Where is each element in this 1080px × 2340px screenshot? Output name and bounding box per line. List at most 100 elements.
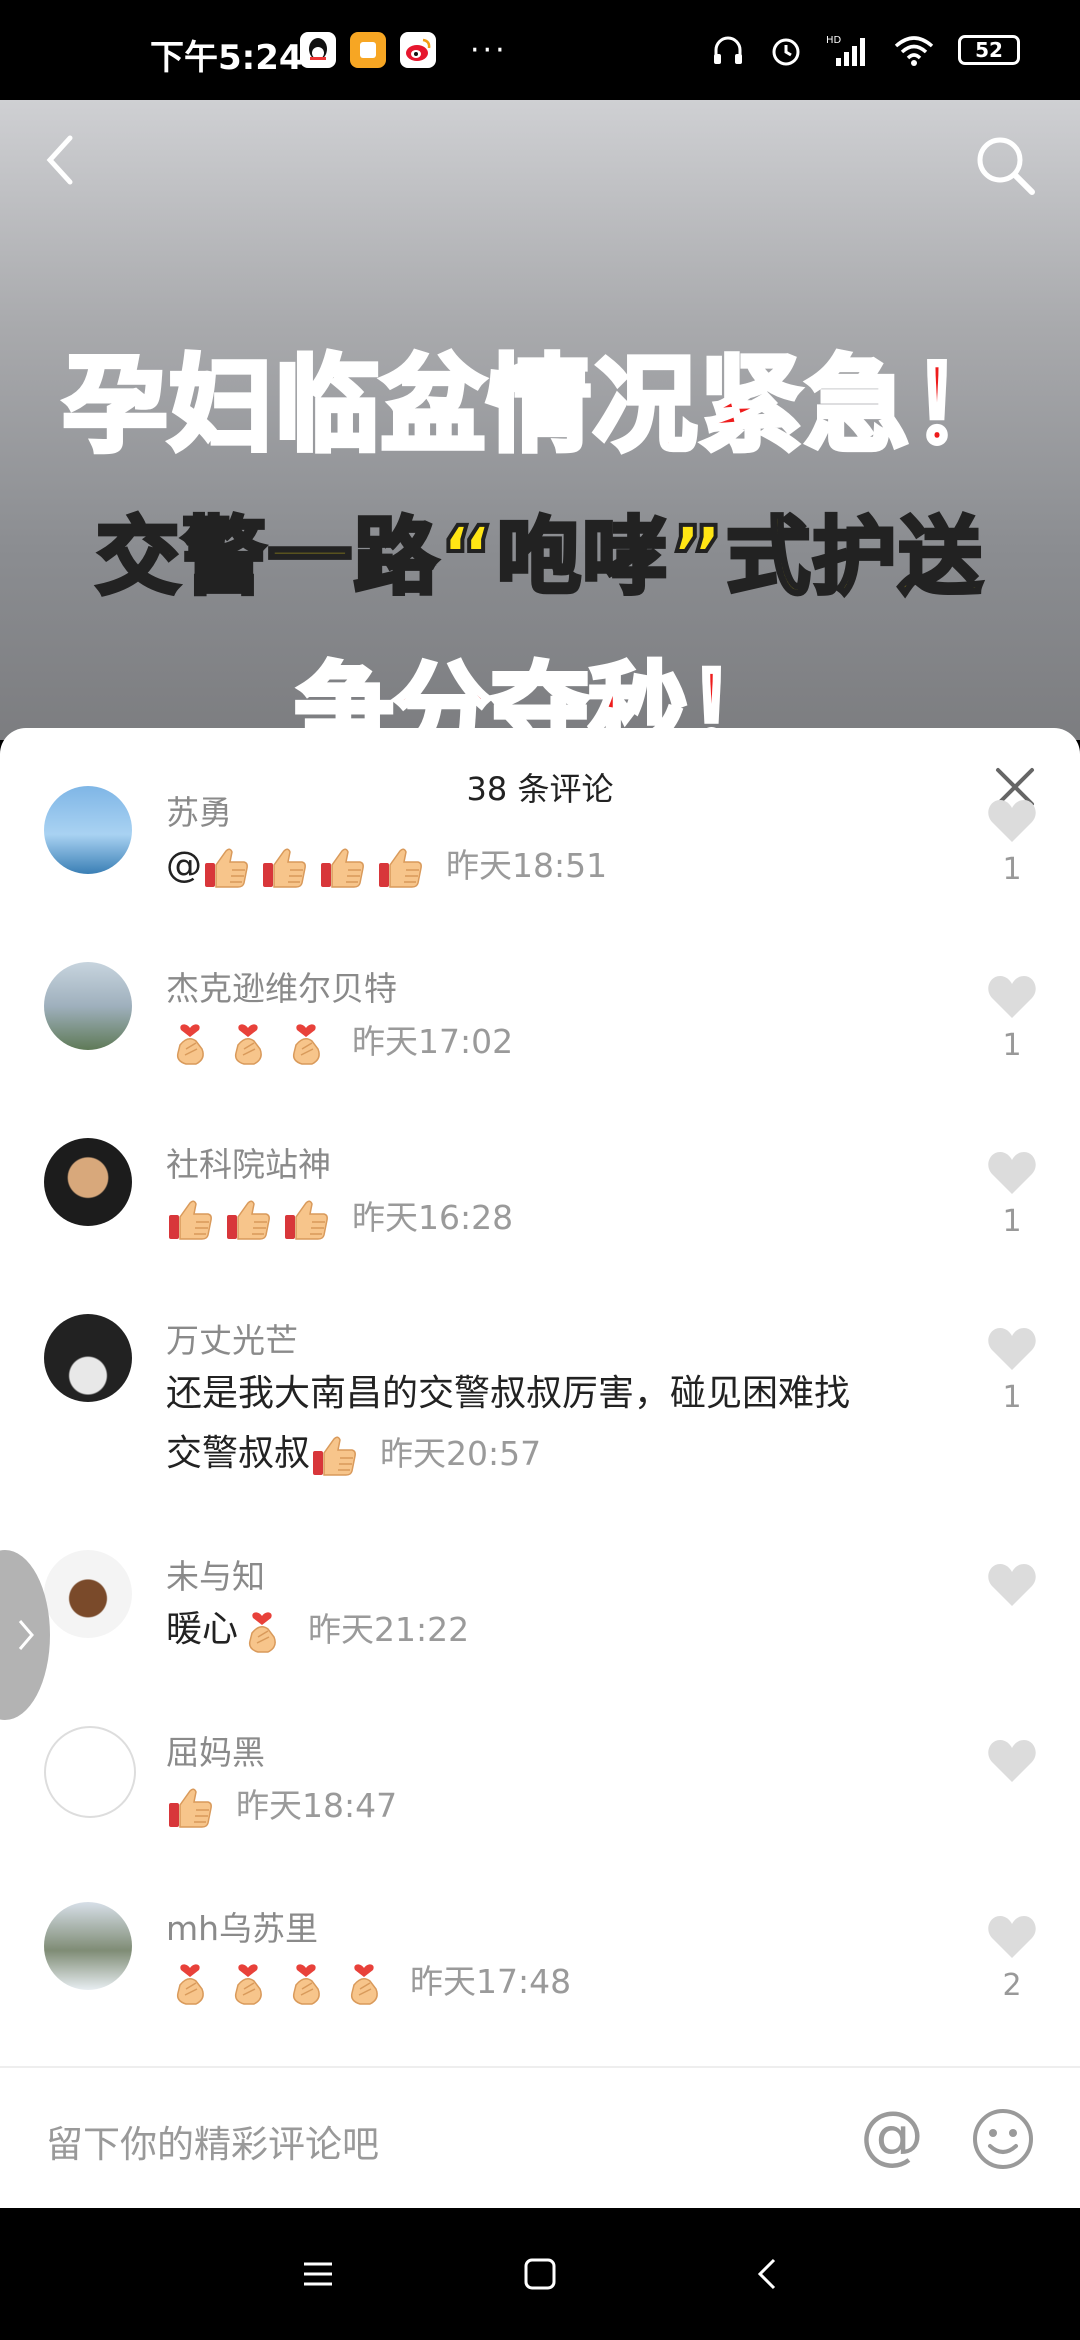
thumbs-up-emoji-icon <box>318 843 366 891</box>
comment-author[interactable]: 未与知 <box>166 1550 265 1598</box>
like-button[interactable]: 2 <box>984 1914 1040 2003</box>
avatar[interactable] <box>44 1314 132 1402</box>
qq-icon <box>300 32 336 68</box>
thumbs-up-emoji-icon <box>166 1195 214 1243</box>
finger-heart-emoji-icon <box>282 1019 330 1067</box>
finger-heart-emoji-icon <box>340 1959 388 2007</box>
heart-icon <box>988 1916 1036 1958</box>
notes-app-icon <box>350 32 386 68</box>
status-app-icons: ··· <box>300 32 508 68</box>
svg-text:HD: HD <box>826 35 842 46</box>
avatar[interactable] <box>44 1138 132 1226</box>
heart-icon <box>988 800 1036 842</box>
comment-time: 昨天20:57 <box>380 1434 542 1473</box>
comment-author[interactable]: 苏勇 <box>166 786 232 834</box>
search-icon <box>977 137 1035 195</box>
like-button[interactable]: 1 <box>984 1326 1040 1415</box>
status-time: 下午5:24 <box>150 38 303 78</box>
headphone-icon <box>714 36 742 64</box>
comment-author[interactable]: 万丈光芒 <box>166 1314 298 1362</box>
avatar[interactable] <box>44 1902 132 1990</box>
status-bar: 下午5:24 ··· HD 52 <box>0 0 1080 100</box>
comment-text: 暖心 <box>166 1609 239 1650</box>
avatar[interactable] <box>44 1550 132 1638</box>
emoji-button[interactable] <box>970 2106 1036 2172</box>
avatar[interactable] <box>44 786 132 874</box>
heart-icon <box>988 1328 1036 1370</box>
alarm-icon <box>772 38 800 66</box>
home-icon[interactable] <box>522 2256 558 2292</box>
avatar[interactable] <box>44 962 132 1050</box>
comment-content: 昨天16:28 <box>166 1188 966 1248</box>
thumbs-up-emoji-icon <box>260 843 308 891</box>
comment-author[interactable]: 杰克逊维尔贝特 <box>166 962 397 1010</box>
comment-author[interactable]: 社科院站神 <box>166 1138 331 1186</box>
status-more-indicator: ··· <box>470 32 508 68</box>
heart-icon <box>988 976 1036 1018</box>
back-nav-icon[interactable] <box>750 2256 786 2292</box>
comment-content: 交警叔叔 昨天20:57 <box>166 1424 966 1484</box>
system-nav-bar <box>0 2208 1080 2340</box>
like-count: 1 <box>1002 852 1022 887</box>
comment-time: 昨天18:51 <box>446 846 608 885</box>
like-count: 2 <box>1002 1968 1022 2003</box>
comment-text: @ <box>166 845 202 886</box>
comment-author[interactable]: 屈妈黑 <box>166 1726 265 1774</box>
thumbs-up-emoji-icon <box>310 1431 358 1479</box>
chevron-right-icon <box>18 1620 34 1650</box>
thumbs-up-emoji-icon <box>376 843 424 891</box>
like-count: 1 <box>1002 1028 1022 1063</box>
comment-input[interactable]: 留下你的精彩评论吧 <box>46 2114 379 2168</box>
comment-content: 昨天17:48 <box>166 1952 966 2012</box>
like-button[interactable]: 1 <box>984 1150 1040 1239</box>
comment-content: @ 昨天18:51 <box>166 836 966 896</box>
heart-icon <box>988 1740 1036 1782</box>
menu-icon[interactable] <box>300 2256 336 2292</box>
like-button[interactable]: 1 <box>984 798 1040 887</box>
wifi-icon <box>894 36 934 66</box>
heart-icon <box>988 1564 1036 1606</box>
like-button[interactable] <box>984 1738 1040 1792</box>
comments-sheet: 38 条评论 苏勇 @ 昨天18:51 1 杰克逊维尔贝特 昨天17:02 1 社科院站神 昨天… <box>0 728 1080 2208</box>
finger-heart-emoji-icon <box>166 1959 214 2007</box>
thumbs-up-emoji-icon <box>282 1195 330 1243</box>
avatar[interactable] <box>44 1726 136 1818</box>
battery-indicator: 52 <box>958 35 1020 65</box>
search-button[interactable] <box>970 130 1040 200</box>
signal-hd-icon: HD <box>826 35 865 66</box>
finger-heart-emoji-icon <box>224 1959 272 2007</box>
comment-time: 昨天21:22 <box>308 1610 470 1649</box>
comment-time: 昨天16:28 <box>352 1198 514 1237</box>
video-headline-tail: 争分夺秒！ <box>292 651 787 741</box>
back-button[interactable] <box>40 130 100 190</box>
at-icon: @ <box>860 2099 924 2173</box>
comment-text: 还是我大南昌的交警叔叔厉害，碰见困难找 <box>166 1373 851 1414</box>
thumbs-up-emoji-icon <box>166 1783 214 1831</box>
like-count: 1 <box>1002 1380 1022 1415</box>
weibo-icon <box>400 32 436 68</box>
comment-author[interactable]: mh乌苏里 <box>166 1902 318 1950</box>
comment-content: 昨天17:02 <box>166 1012 966 1072</box>
like-button[interactable] <box>984 1562 1040 1616</box>
comment-time: 昨天17:48 <box>410 1962 572 2001</box>
finger-heart-emoji-icon <box>224 1019 272 1067</box>
finger-heart-emoji-icon <box>238 1607 286 1655</box>
mention-button[interactable]: @ <box>860 2104 926 2172</box>
comment-content: 昨天18:47 <box>166 1776 966 1836</box>
heart-icon <box>988 1152 1036 1194</box>
comment-text: 交警叔叔 <box>166 1433 311 1474</box>
thumbs-up-emoji-icon <box>224 1195 272 1243</box>
like-count: 1 <box>1002 1204 1022 1239</box>
finger-heart-emoji-icon <box>166 1019 214 1067</box>
video-preview[interactable]: 孕妇临盆情况紧急！ 交警一路“咆哮”式护送 争分夺秒！ <box>0 100 1080 740</box>
status-right-icons: HD 52 <box>710 32 1020 68</box>
video-headline-sub: 交警一路“咆哮”式护送 <box>94 506 985 608</box>
comment-content: 暖心 昨天21:22 <box>166 1600 966 1660</box>
thumbs-up-emoji-icon <box>202 843 250 891</box>
like-button[interactable]: 1 <box>984 974 1040 1063</box>
comments-count-title: 38 条评论 <box>466 770 614 808</box>
comment-time: 昨天18:47 <box>236 1786 398 1825</box>
video-headline-main: 孕妇临盆情况紧急！ <box>60 342 1017 469</box>
smile-icon <box>973 2109 1033 2169</box>
finger-heart-emoji-icon <box>282 1959 330 2007</box>
